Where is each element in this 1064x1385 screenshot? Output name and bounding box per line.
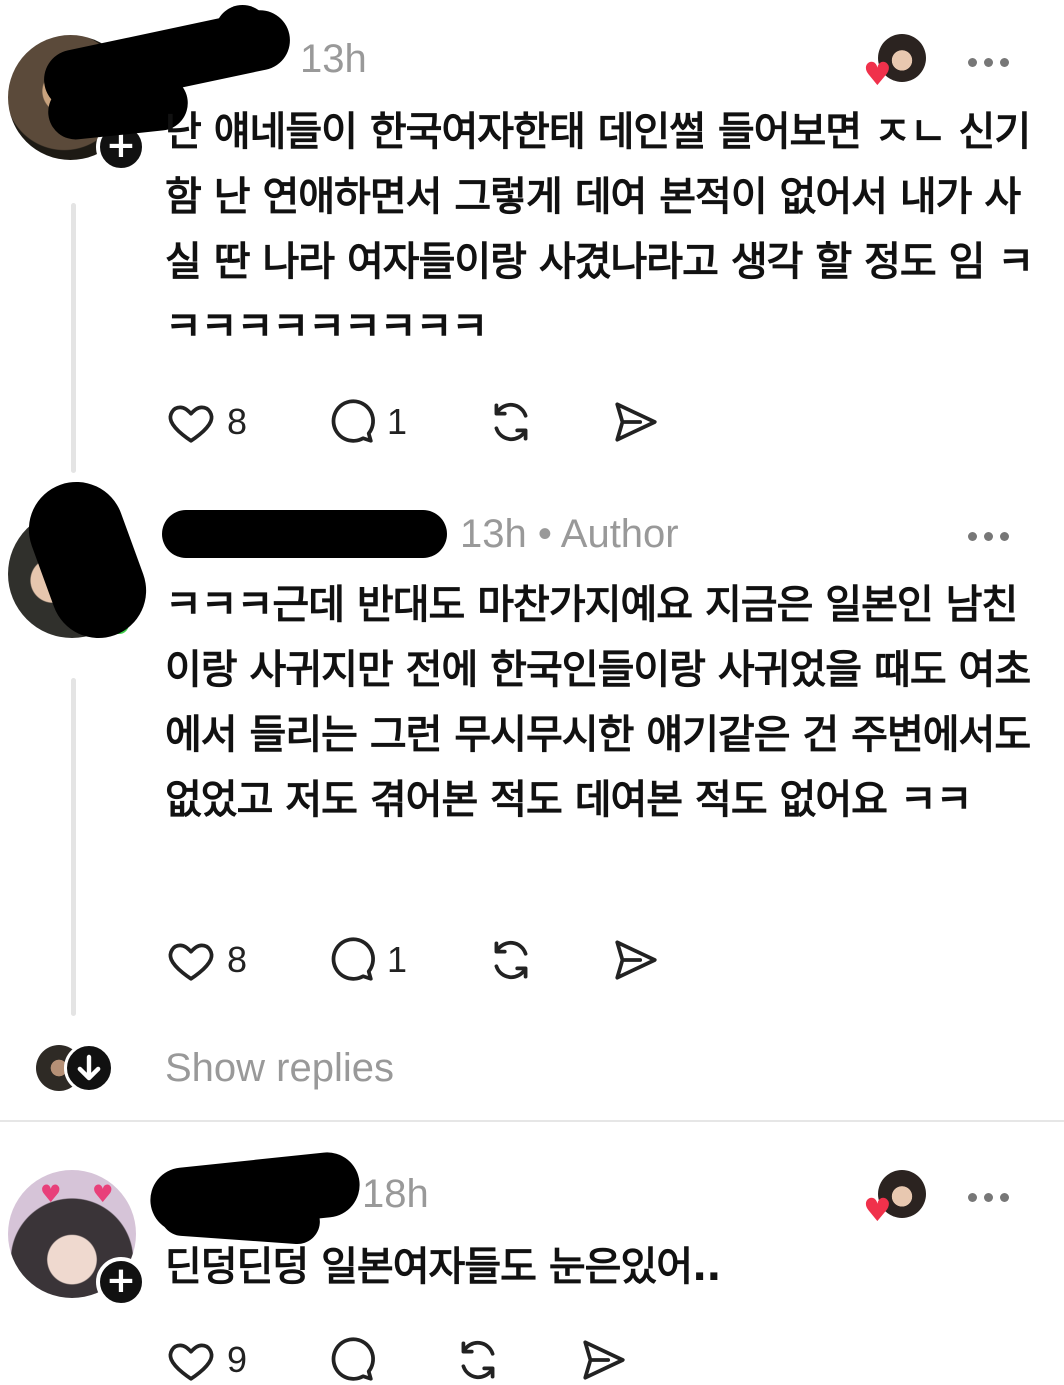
reply-button[interactable]: 1 <box>325 397 407 447</box>
repost-button[interactable] <box>452 1335 504 1385</box>
repost-icon <box>494 402 528 442</box>
reply-count: 1 <box>387 939 408 980</box>
like-button[interactable]: 8 <box>165 935 247 985</box>
like-count: 8 <box>227 939 248 980</box>
reply-count: 1 <box>387 401 408 442</box>
divider <box>0 1120 1064 1122</box>
redacted-username <box>162 510 447 558</box>
redacted-username <box>215 5 270 60</box>
comment-text: 딘덩딘덩 일본여자들도 눈은있어.. <box>165 1244 721 1290</box>
reply-button[interactable]: 1 <box>325 935 407 985</box>
send-icon <box>615 402 657 442</box>
thread-line <box>71 678 76 1016</box>
thread-line <box>71 203 76 473</box>
like-button[interactable]: 8 <box>165 397 247 447</box>
timestamp: 18h <box>362 1172 429 1216</box>
send-icon <box>583 1340 625 1380</box>
repost-icon <box>494 940 528 980</box>
more-options-icon[interactable] <box>968 526 1018 546</box>
author-liked-heart-icon: ♥ <box>863 55 892 93</box>
repost-button[interactable] <box>485 935 537 985</box>
like-button[interactable]: 9 <box>165 1335 247 1385</box>
avatar-sticker-heart-icon: ♥ <box>92 1180 114 1208</box>
comment-text: ㅋㅋㅋ근데 반대도 마찬가지예요 지금은 일본인 남친이랑 사귀지만 전에 한국… <box>165 582 1031 823</box>
more-options-icon[interactable] <box>968 52 1018 72</box>
heart-icon <box>168 943 214 981</box>
timestamp: 13h <box>300 37 367 81</box>
repost-icon <box>461 1340 495 1380</box>
reply-button[interactable] <box>325 1335 387 1385</box>
repost-button[interactable] <box>485 397 537 447</box>
speech-bubble-icon <box>331 937 375 981</box>
like-count: 8 <box>227 401 248 442</box>
avatar-sticker-heart-icon: ♥ <box>40 1180 62 1208</box>
comment-text: 난 얘네들이 한국여자한태 데인썰 들어보면 ㅈㄴ 신기함 난 연애하면서 그렇… <box>165 109 1034 350</box>
share-button[interactable] <box>610 935 662 985</box>
share-button[interactable] <box>578 1335 630 1385</box>
more-options-icon[interactable] <box>968 1187 1018 1207</box>
share-button[interactable] <box>610 397 662 447</box>
heart-icon <box>168 1343 214 1381</box>
heart-icon <box>168 405 214 443</box>
speech-bubble-icon <box>331 1337 375 1381</box>
arrow-down-icon[interactable] <box>64 1043 114 1093</box>
show-replies-label[interactable]: Show replies <box>165 1046 394 1091</box>
speech-bubble-icon <box>331 399 375 443</box>
send-icon <box>615 940 657 980</box>
author-liked-heart-icon: ♥ <box>863 1191 892 1229</box>
follow-plus-icon[interactable]: + <box>96 1257 146 1307</box>
timestamp: 13h • Author <box>460 512 679 556</box>
